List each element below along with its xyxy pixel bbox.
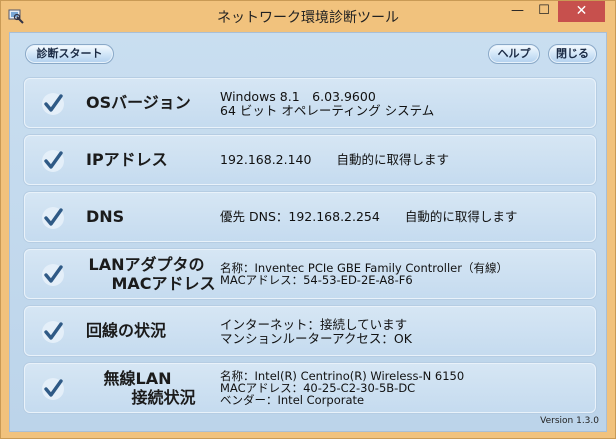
title-bar[interactable]: ネットワーク環境診断ツール — ☐ ✕	[1, 1, 615, 32]
version-label: Version 1.3.0	[540, 416, 599, 426]
row-label-os: OSバージョン	[86, 93, 191, 112]
row-label-line-status: 回線の状況	[86, 321, 167, 340]
minimize-button[interactable]: —	[504, 1, 531, 22]
row-details-wireless: 名称：Intel(R) Centrino(R) Wireless-N 6150 …	[220, 370, 464, 406]
close-button[interactable]: 閉じる	[548, 44, 597, 64]
result-row-line-status: 回線の状況 インターネット：接続しています マンションルーターアクセス：OK	[24, 306, 596, 356]
row-details-lan-mac: 名称：Inventec PCIe GBE Family Controller（有…	[220, 262, 508, 286]
checkmark-icon	[42, 150, 64, 172]
detail-line: 64 ビット オペレーティング システム	[220, 103, 435, 118]
row-label-lan-mac: LANアダプタの MACアドレス	[88, 255, 216, 293]
row-label-dns: DNS	[86, 207, 125, 226]
help-button[interactable]: ヘルプ	[488, 44, 540, 64]
result-row-ip: IPアドレス 192.168.2.140 自動的に取得します	[24, 135, 596, 185]
close-window-button[interactable]: ✕	[558, 1, 605, 22]
result-row-lan-mac: LANアダプタの MACアドレス 名称：Inventec PCIe GBE Fa…	[24, 249, 596, 299]
checkmark-icon	[42, 93, 64, 115]
result-row-os: OSバージョン Windows 8.1 6.03.9600 64 ビット オペレ…	[24, 78, 596, 128]
detail-line: ベンダー：Intel Corporate	[220, 393, 365, 407]
row-label-ip: IPアドレス	[86, 150, 168, 169]
checkmark-icon	[42, 264, 64, 286]
result-row-dns: DNS 優先 DNS：192.168.2.254 自動的に取得します	[24, 192, 596, 242]
row-details-os: Windows 8.1 6.03.9600 64 ビット オペレーティング シス…	[220, 90, 434, 118]
checkmark-icon	[42, 207, 64, 229]
app-window: ネットワーク環境診断ツール — ☐ ✕ 診断スタート ヘルプ 閉じる OSバージ…	[0, 0, 616, 439]
row-details-line-status: インターネット：接続しています マンションルーターアクセス：OK	[220, 318, 412, 346]
start-diagnosis-button[interactable]: 診断スタート	[25, 44, 114, 64]
checkmark-icon	[42, 321, 64, 343]
maximize-button[interactable]: ☐	[531, 1, 557, 22]
row-label-wireless: 無線LAN 接続状況	[103, 369, 196, 407]
row-details-ip: 192.168.2.140 自動的に取得します	[220, 153, 449, 167]
result-row-wireless: 無線LAN 接続状況 名称：Intel(R) Centrino(R) Wirel…	[24, 363, 596, 413]
detail-line: Windows 8.1 6.03.9600	[220, 89, 376, 104]
detail-line: MACアドレス：54-53-ED-2E-A8-F6	[220, 273, 413, 287]
detail-line: 優先 DNS：192.168.2.254 自動的に取得します	[220, 209, 518, 224]
main-panel: 診断スタート ヘルプ 閉じる OSバージョン Windows 8.1 6.03.…	[9, 32, 607, 432]
detail-line: 192.168.2.140 自動的に取得します	[220, 152, 449, 167]
row-details-dns: 優先 DNS：192.168.2.254 自動的に取得します	[220, 210, 517, 224]
detail-line: インターネット：接続しています	[220, 317, 408, 332]
checkmark-icon	[42, 378, 64, 400]
detail-line: マンションルーターアクセス：OK	[220, 331, 412, 346]
